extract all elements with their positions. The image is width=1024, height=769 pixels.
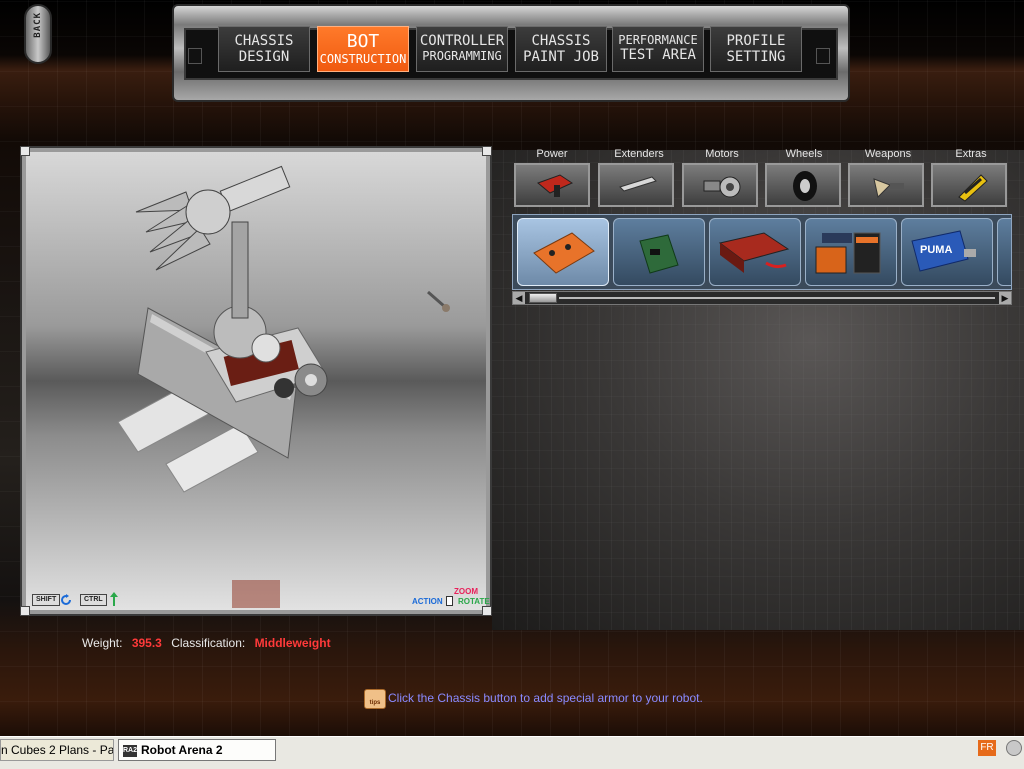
part-tile-puma-battery[interactable]: PUMA [901,218,993,286]
tab-label-line2: PROGRAMMING [422,49,502,63]
scrollbar-track [559,297,995,299]
category-weapons-button[interactable] [848,163,924,207]
part-tile-orange-battery-pack[interactable] [517,218,609,286]
tab-label-line1: CHASSIS [234,33,294,49]
category-label-weapons: Weapons [864,148,912,160]
tab-label-line1: BOT [346,31,380,52]
ctrl-key-hint: CTRL [80,594,107,606]
weight-value: 395.3 [131,636,162,650]
category-extenders-button[interactable] [598,163,674,207]
plow-ski-right [165,423,259,493]
category-label-extras: Extras [955,148,987,160]
taskbar-item-label: Robot Arena 2 [141,743,223,757]
weapon-icon [873,178,904,198]
viewport-help-row: SHIFT CTRL ACTION ZOOM ROTATE [30,587,490,606]
back-button-label: BACK [33,12,43,38]
floating-part [427,290,450,312]
category-label-motors: Motors [705,148,739,160]
circuit-board-icon [639,234,679,274]
part-tile-green-circuit-board[interactable] [613,218,705,286]
puma-label: PUMA [920,244,952,256]
category-extras-button[interactable] [931,163,1007,207]
red-battery-icon [718,232,790,273]
taskbar-item-label: n Cubes 2 Plans - Pa... [1,743,114,757]
scroll-left-arrow-icon[interactable]: ◀ [513,292,525,304]
parts-scrollbar[interactable]: ◀ ▶ [512,291,1012,305]
robot-arena-app-icon: RA2 [123,744,137,757]
category-label-extenders: Extenders [614,148,664,160]
part-tile-red-battery-with-wire[interactable] [709,218,801,286]
puma-battery-icon: PUMA [911,230,976,272]
motor-icon [703,176,741,198]
tip-text: Click the Chassis button to add special … [388,691,703,705]
twin-batteries-icon [815,232,881,274]
battery-icon [537,174,574,197]
tab-controller-programming[interactable]: CONTROLLER PROGRAMMING [416,26,508,72]
extras-icon [958,174,988,202]
tab-label-line2: TEST AREA [620,47,696,63]
classification-label: Classification: [171,636,246,650]
tab-label-line2: SETTING [726,49,786,65]
weapon-arm [231,221,249,319]
tab-chassis-design[interactable]: CHASSIS DESIGN [218,26,310,72]
motor-cap [251,333,281,363]
tab-label-line2: DESIGN [238,49,290,65]
tray-expand-icon[interactable] [1006,740,1022,756]
shift-key-hint: SHIFT [32,594,61,606]
nav-rivet-right [816,48,830,64]
piston-cylinder [219,165,291,213]
extender-bar-icon [619,176,657,192]
windows-taskbar: n Cubes 2 Plans - Pa... RA2 Robot Arena 2… [0,736,1024,769]
scrollbar-thumb[interactable] [529,293,557,303]
robot-model[interactable] [26,152,486,610]
tab-chassis-paint-job[interactable]: CHASSIS PAINT JOB [515,26,607,72]
tab-performance-test-area[interactable]: PERFORMANCE TEST AREA [612,26,704,72]
tab-label-line2: CONSTRUCTION [319,52,407,66]
part-tile-twin-batteries[interactable] [805,218,897,286]
taskbar-item-plans[interactable]: n Cubes 2 Plans - Pa... [0,739,114,761]
rotate-arrow-icon [61,594,71,605]
action-label: ACTION [412,597,443,606]
robot-3d-viewport[interactable]: SHIFT CTRL ACTION ZOOM ROTATE [20,146,492,616]
tab-profile-setting[interactable]: PROFILE SETTING [710,26,802,72]
tab-label-line1: PROFILE [726,33,786,49]
tab-label-line1: PERFORMANCE [618,33,698,47]
wheel-hub [305,374,317,386]
language-indicator[interactable]: FR [978,740,996,756]
wheel-left [274,378,294,398]
classification-value: Middleweight [254,636,331,650]
scroll-right-arrow-icon[interactable]: ▶ [999,292,1011,304]
orange-battery-pack-icon [533,232,595,274]
mouse-icon [446,596,453,606]
back-button[interactable]: BACK [24,4,52,64]
taskbar-item-robot-arena[interactable]: RA2 Robot Arena 2 [118,739,276,761]
spike-claw [135,189,231,271]
robot-stats: Weight: 395.3 Classification: Middleweig… [82,636,337,650]
rotate-label: ROTATE [458,597,490,606]
category-power-button[interactable] [514,163,590,207]
tips-icon: tips [364,689,386,709]
part-tile-partial[interactable] [997,218,1011,286]
parts-tray: PUMA [512,214,1012,290]
category-label-power: Power [536,148,568,160]
category-wheels-button[interactable] [765,163,841,207]
category-label-wheels: Wheels [785,148,823,160]
tab-label-line1: CONTROLLER [419,33,505,49]
tab-label-line2: PAINT JOB [523,49,599,65]
tab-label-line1: CHASSIS [531,33,591,49]
nav-rivet-left [188,48,202,64]
weight-label: Weight: [82,636,123,650]
category-motors-button[interactable] [682,163,758,207]
zoom-label: ZOOM [454,587,478,596]
wheel-icon [793,171,817,201]
tab-bot-construction[interactable]: BOT CONSTRUCTION [317,26,409,72]
move-up-arrow-icon [110,592,118,606]
